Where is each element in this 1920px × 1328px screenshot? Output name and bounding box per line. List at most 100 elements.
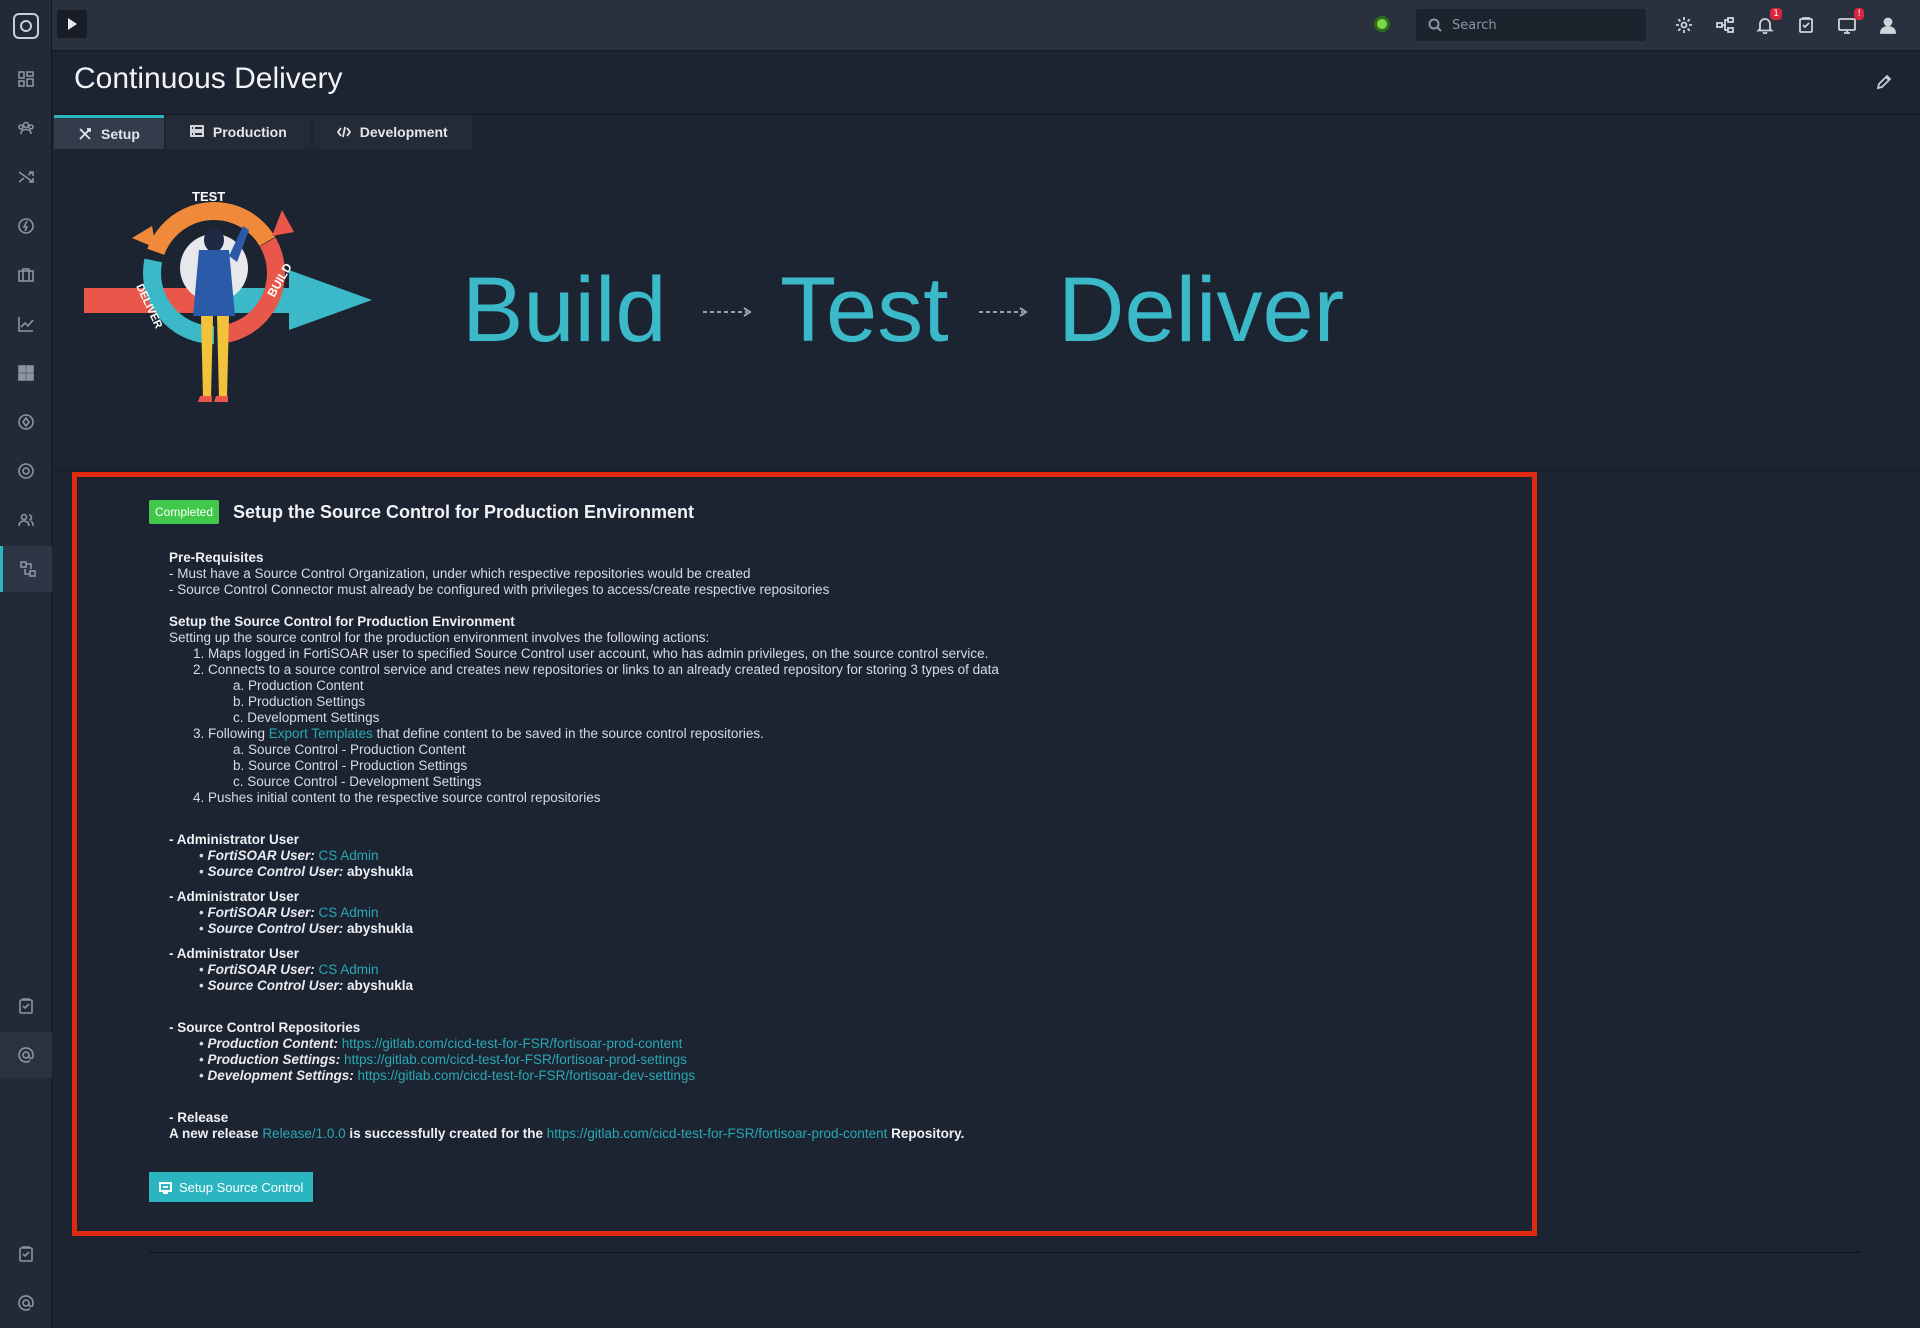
clipboard-icon[interactable] bbox=[0, 983, 52, 1029]
users-icon[interactable] bbox=[0, 497, 52, 543]
at-icon[interactable] bbox=[0, 1280, 52, 1326]
admin-user-block: - Administrator User • FortiSOAR User: C… bbox=[169, 832, 414, 879]
admin-heading: - Administrator User bbox=[169, 832, 300, 847]
settings-gear-icon[interactable] bbox=[1671, 12, 1697, 38]
field-label: FortiSOAR User: bbox=[207, 962, 315, 977]
fortisoar-logo-icon[interactable] bbox=[13, 13, 39, 39]
sub-step-item: a. Production Content bbox=[233, 678, 364, 693]
field-label: Production Settings: bbox=[207, 1052, 341, 1067]
sub-step-item: a. Source Control - Production Content bbox=[233, 742, 466, 757]
expand-sidebar-button[interactable] bbox=[57, 10, 87, 38]
server-icon bbox=[189, 125, 204, 137]
bottom-divider bbox=[149, 1252, 1861, 1253]
field-label: Source Control User: bbox=[207, 978, 344, 993]
system-alert-badge: ! bbox=[1854, 8, 1864, 20]
setup-title: Setup the Source Control for Production … bbox=[233, 501, 695, 522]
field-label: Development Settings: bbox=[207, 1068, 354, 1083]
lightning-icon[interactable] bbox=[0, 203, 52, 249]
prod-settings-repo-link[interactable]: https://gitlab.com/cicd-test-for-FSR/for… bbox=[344, 1052, 687, 1067]
step-item: 2. Connects to a source control service … bbox=[193, 662, 999, 677]
shuffle-icon[interactable] bbox=[0, 154, 52, 200]
briefcase-icon[interactable] bbox=[0, 252, 52, 298]
prereq-item: - Must have a Source Control Organizatio… bbox=[169, 566, 751, 581]
sub-step-item: b. Source Control - Production Settings bbox=[233, 758, 468, 773]
repos-heading: - Source Control Repositories bbox=[169, 1020, 361, 1035]
release-link[interactable]: Release/1.0.0 bbox=[262, 1126, 345, 1141]
tab-label: Setup bbox=[101, 125, 140, 142]
section-divider bbox=[54, 470, 1920, 471]
setup-card: Completed Setup the Source Control for P… bbox=[149, 500, 1529, 1142]
field-label: Production Content: bbox=[207, 1036, 338, 1051]
fsr-user-link[interactable]: CS Admin bbox=[319, 905, 379, 920]
edit-pencil-icon[interactable] bbox=[1876, 74, 1892, 90]
search-input[interactable] bbox=[1452, 17, 1632, 33]
team-icon[interactable] bbox=[0, 105, 52, 151]
admin-user-block: - Administrator User • FortiSOAR User: C… bbox=[169, 889, 414, 936]
shield-icon[interactable] bbox=[0, 399, 52, 445]
export-templates-link[interactable]: Export Templates bbox=[269, 726, 373, 741]
play-icon bbox=[68, 18, 77, 30]
button-label: Setup Source Control bbox=[179, 1179, 304, 1195]
setup-source-control-button[interactable]: Setup Source Control bbox=[149, 1172, 314, 1202]
user-avatar-icon[interactable] bbox=[1875, 12, 1901, 38]
admin-user-block: - Administrator User • FortiSOAR User: C… bbox=[169, 946, 414, 993]
sc-user-value: abyshukla bbox=[347, 921, 414, 936]
at-icon[interactable] bbox=[0, 1032, 52, 1078]
prereq-heading: Pre-Requisites bbox=[169, 550, 264, 565]
notifications-bell-icon[interactable]: 1 bbox=[1752, 8, 1782, 38]
step-item: 4. Pushes initial content to the respect… bbox=[193, 790, 601, 805]
tab-bar: Setup Production Development bbox=[54, 115, 474, 149]
sub-step-item: b. Production Settings bbox=[233, 694, 366, 709]
sub-step-item: c. Development Settings bbox=[233, 710, 380, 725]
fsr-user-link[interactable]: CS Admin bbox=[319, 848, 379, 863]
apps-icon[interactable] bbox=[0, 350, 52, 396]
release-heading: - Release bbox=[169, 1110, 229, 1125]
prereq-item: - Source Control Connector must already … bbox=[169, 582, 830, 597]
release-text: A new release bbox=[169, 1126, 263, 1141]
search-icon bbox=[1428, 18, 1442, 32]
tab-label: Development bbox=[359, 124, 448, 140]
code-icon bbox=[336, 126, 351, 138]
release-repo-link[interactable]: https://gitlab.com/cicd-test-for-FSR/for… bbox=[547, 1126, 888, 1141]
task-clipboard-icon[interactable] bbox=[1793, 12, 1819, 38]
dashboard-icon[interactable] bbox=[0, 56, 52, 102]
sub-step-item: c. Source Control - Development Settings bbox=[233, 774, 482, 789]
step-item: 3. Following Export Templates that defin… bbox=[193, 726, 1529, 742]
field-label: FortiSOAR User: bbox=[207, 848, 315, 863]
hierarchy-icon[interactable] bbox=[1712, 12, 1738, 38]
step-text: 3. Following bbox=[193, 726, 269, 741]
status-indicator-icon[interactable] bbox=[1372, 14, 1392, 34]
sc-user-value: abyshukla bbox=[347, 978, 414, 993]
tab-label: Production bbox=[212, 124, 287, 140]
global-search[interactable] bbox=[1416, 9, 1646, 41]
hero-word-build: Build bbox=[462, 259, 667, 361]
sc-user-value: abyshukla bbox=[347, 864, 414, 879]
prod-content-repo-link[interactable]: https://gitlab.com/cicd-test-for-FSR/for… bbox=[342, 1036, 683, 1051]
release-block: - Release A new release Release/1.0.0 is… bbox=[169, 1110, 1529, 1142]
dev-settings-repo-link[interactable]: https://gitlab.com/cicd-test-for-FSR/for… bbox=[358, 1068, 696, 1083]
tab-production[interactable]: Production bbox=[165, 115, 311, 149]
tools-icon bbox=[79, 127, 91, 140]
section-heading: Setup the Source Control for Production … bbox=[169, 614, 515, 629]
top-bar: 1 ! bbox=[52, 0, 1920, 51]
field-label: Source Control User: bbox=[207, 921, 344, 936]
status-badge: Completed bbox=[149, 500, 220, 524]
tab-development[interactable]: Development bbox=[312, 115, 472, 149]
chart-icon[interactable] bbox=[0, 301, 52, 347]
source-control-icon[interactable] bbox=[0, 546, 52, 592]
release-text: is successfully created for the bbox=[345, 1126, 547, 1141]
page-title: Continuous Delivery bbox=[74, 62, 343, 95]
cycle-label-test: TEST bbox=[192, 189, 225, 204]
globe-icon[interactable] bbox=[0, 448, 52, 494]
dashed-arrow-icon bbox=[979, 307, 1028, 317]
devops-cycle-illustration: TEST BUILD DELIVER bbox=[84, 189, 372, 402]
tab-setup[interactable]: Setup bbox=[54, 115, 164, 149]
release-text: Repository. bbox=[887, 1126, 965, 1141]
system-monitor-icon[interactable]: ! bbox=[1834, 8, 1864, 38]
repositories-block: - Source Control Repositories • Producti… bbox=[169, 1020, 696, 1083]
admin-heading: - Administrator User bbox=[169, 946, 300, 961]
clipboard-icon[interactable] bbox=[0, 1231, 52, 1277]
step-item: 1. Maps logged in FortiSOAR user to spec… bbox=[193, 646, 989, 661]
intro-text: Setting up the source control for the pr… bbox=[169, 630, 710, 645]
fsr-user-link[interactable]: CS Admin bbox=[319, 962, 379, 977]
